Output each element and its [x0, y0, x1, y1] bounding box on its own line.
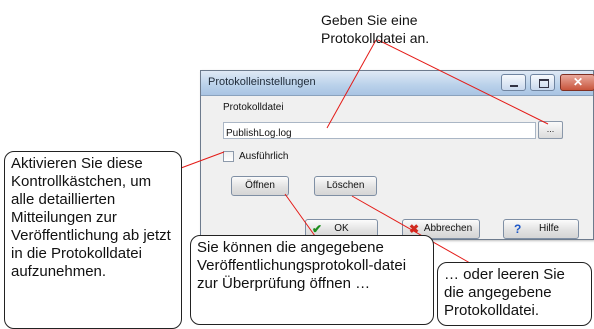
help-button[interactable]: ? Hilfe: [503, 219, 579, 239]
open-log-button[interactable]: Öffnen: [231, 176, 289, 196]
callout-verbose-checkbox: Aktivieren Sie diese Kontrollkästchen, u…: [4, 151, 182, 329]
log-file-section-label: Protokolldatei: [223, 102, 284, 113]
help-label: Hilfe: [538, 223, 559, 234]
log-file-field[interactable]: [223, 122, 539, 141]
close-icon: ✕: [573, 75, 584, 89]
verbose-label[interactable]: Ausführlich: [239, 151, 288, 162]
minimize-button[interactable]: [501, 74, 526, 91]
log-settings-dialog: Protokolleinstellungen ✕ Protokolldatei …: [200, 70, 594, 240]
clear-log-button[interactable]: Löschen: [314, 176, 377, 196]
minimize-icon: [510, 85, 518, 87]
clear-log-label: Löschen: [326, 180, 365, 191]
close-button[interactable]: ✕: [560, 74, 594, 91]
verbose-checkbox[interactable]: [223, 151, 234, 162]
callout-clear-log: … oder leeren Sie die angegebene Protoko…: [437, 262, 592, 326]
maximize-icon: [539, 79, 549, 88]
title-bar[interactable]: Protokolleinstellungen ✕: [201, 71, 594, 96]
callout-open-log: Sie können die angegebene Veröffentlichu…: [190, 235, 434, 325]
log-file-input[interactable]: [224, 126, 539, 141]
window-title: Protokolleinstellungen: [208, 76, 316, 88]
maximize-button[interactable]: [530, 74, 555, 91]
browse-button[interactable]: ...: [538, 121, 563, 139]
open-log-label: Öffnen: [245, 180, 275, 191]
callout-specify-log-file: Geben Sie eine Protokolldatei an.: [321, 12, 430, 46]
